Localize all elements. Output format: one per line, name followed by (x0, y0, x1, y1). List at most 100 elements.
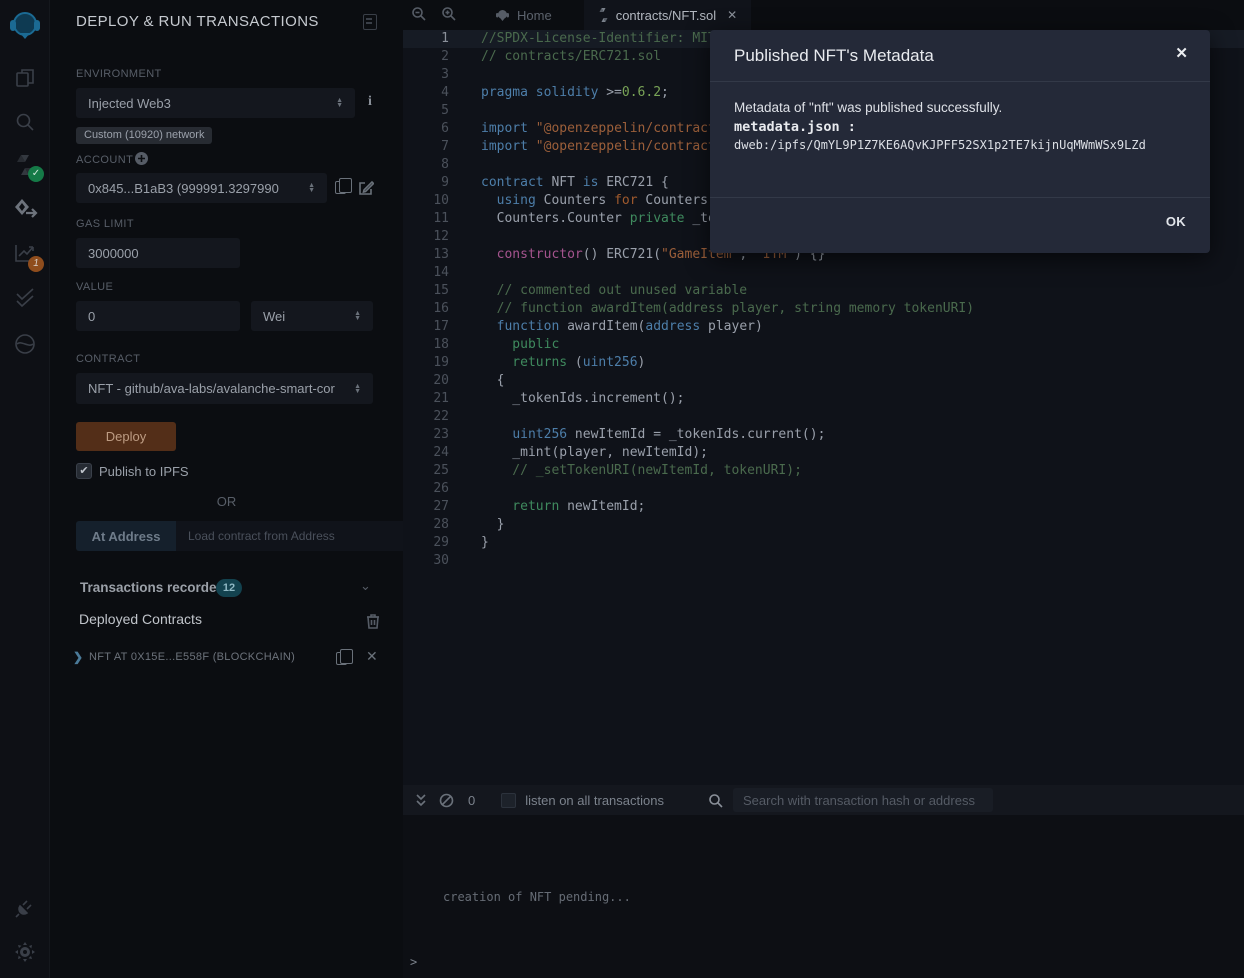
compiler-success-badge: ✓ (28, 166, 44, 182)
close-tab-icon[interactable]: ✕ (727, 8, 737, 22)
trash-icon[interactable] (366, 613, 380, 634)
remix-logo[interactable] (0, 6, 50, 46)
copy-address-icon[interactable] (336, 652, 347, 665)
chevron-down-icon[interactable]: ⌄ (360, 578, 371, 594)
chevron-updown-icon: ▲▼ (354, 384, 361, 394)
icon-sidebar: ✓ 1 (0, 0, 50, 978)
code-line-15[interactable]: 15 // commented out unused variable (403, 282, 1244, 300)
unit-testing-icon[interactable] (0, 282, 50, 314)
publish-ipfs-label: Publish to IPFS (99, 464, 189, 479)
code-line-17[interactable]: 17 function awardItem(address player) (403, 318, 1244, 336)
modal-ipfs-hash: dweb:/ipfs/QmYL9P1Z7KE6AQvKJPFF52SX1p2TE… (734, 138, 1146, 152)
solidity-compiler-icon[interactable]: ✓ (0, 148, 50, 182)
add-account-icon[interactable] (134, 151, 149, 171)
code-line-24[interactable]: 24 _mint(player, newItemId); (403, 444, 1244, 462)
code-line-19[interactable]: 19 returns (uint256) (403, 354, 1244, 372)
code-line-23[interactable]: 23 uint256 newItemId = _tokenIds.current… (403, 426, 1244, 444)
tab-home-label: Home (517, 8, 552, 23)
line-number: 22 (403, 408, 465, 426)
line-number: 1 (403, 30, 465, 48)
clear-console-icon[interactable] (439, 793, 454, 808)
line-number: 17 (403, 318, 465, 336)
contract-value: NFT - github/ava-labs/avalanche-smart-co… (88, 381, 335, 396)
code-line-28[interactable]: 28 } (403, 516, 1244, 534)
line-number: 15 (403, 282, 465, 300)
line-number: 18 (403, 336, 465, 354)
deploy-run-panel: DEPLOY & RUN TRANSACTIONS ENVIRONMENT In… (50, 0, 403, 978)
value-unit-select[interactable]: Wei ▲▼ (251, 301, 373, 331)
deployed-contract-label: NFT AT 0X15E...E558F (BLOCKCHAIN) (89, 651, 295, 663)
value-input[interactable]: 0 (76, 301, 240, 331)
documentation-icon[interactable] (363, 14, 377, 30)
copy-account-icon[interactable] (335, 181, 346, 194)
edit-account-icon[interactable] (358, 180, 374, 201)
search-icon[interactable] (0, 106, 50, 138)
at-address-button[interactable]: At Address (76, 521, 176, 551)
line-number: 10 (403, 192, 465, 210)
code-line-20[interactable]: 20 { (403, 372, 1244, 390)
zoom-out-icon[interactable] (403, 6, 433, 24)
contract-select[interactable]: NFT - github/ava-labs/avalanche-smart-co… (76, 373, 373, 404)
tab-home[interactable]: Home (481, 0, 566, 30)
code-line-14[interactable]: 14 (403, 264, 1244, 282)
line-number: 29 (403, 534, 465, 552)
value-unit: Wei (263, 309, 285, 324)
analytics-icon[interactable]: 1 (0, 236, 50, 270)
file-explorer-icon[interactable] (0, 62, 50, 94)
line-number: 4 (403, 84, 465, 102)
gas-limit-value: 3000000 (88, 246, 139, 261)
listen-all-label: listen on all transactions (525, 793, 664, 808)
line-number: 2 (403, 48, 465, 66)
line-number: 30 (403, 552, 465, 570)
terminal-search-input[interactable] (733, 788, 993, 812)
settings-icon[interactable] (0, 936, 50, 968)
environment-select[interactable]: Injected Web3 ▲▼ (76, 88, 355, 118)
deployed-contracts-header: Deployed Contracts (79, 611, 202, 627)
listen-all-checkbox[interactable] (501, 793, 516, 808)
tab-nft-sol[interactable]: contracts/NFT.sol ✕ (584, 0, 751, 30)
code-line-27[interactable]: 27 return newItemId; (403, 498, 1244, 516)
account-select[interactable]: 0x845...B1aB3 (999991.3297990 ▲▼ (76, 173, 327, 203)
code-line-16[interactable]: 16 // function awardItem(address player,… (403, 300, 1244, 318)
or-divider: OR (50, 494, 403, 509)
transactions-recorded-row[interactable]: Transactions recorded 12 ⌄ (50, 578, 403, 600)
code-line-30[interactable]: 30 (403, 552, 1244, 570)
code-line-29[interactable]: 29} (403, 534, 1244, 552)
line-number: 12 (403, 228, 465, 246)
remix-ide-window: ✓ 1 DEPLOY & RUN TRANSACTIONS ENVIRONMEN… (0, 0, 1244, 978)
transactions-recorded-label: Transactions recorded (80, 580, 225, 595)
line-number: 25 (403, 462, 465, 480)
line-number: 3 (403, 66, 465, 84)
deploy-button[interactable]: Deploy (76, 422, 176, 451)
terminal-prompt[interactable]: > (410, 955, 417, 969)
publish-ipfs-checkbox[interactable]: ✔ (76, 463, 92, 479)
terminal-log: creation of NFT pending... (443, 890, 631, 904)
zoom-in-icon[interactable] (433, 6, 463, 24)
modal-close-icon[interactable]: ✕ (1175, 44, 1188, 62)
value-label: VALUE (76, 281, 113, 293)
code-line-21[interactable]: 21 _tokenIds.increment(); (403, 390, 1244, 408)
tab-nft-sol-label: contracts/NFT.sol (616, 8, 716, 23)
environment-info-icon[interactable]: i (368, 94, 372, 110)
expand-caret-icon[interactable]: ❯ (73, 650, 83, 664)
ok-button[interactable]: OK (1166, 214, 1186, 229)
code-line-22[interactable]: 22 (403, 408, 1244, 426)
code-line-18[interactable]: 18 public (403, 336, 1244, 354)
plugin-manager-icon[interactable] (0, 892, 50, 924)
published-metadata-modal: Published NFT's Metadata ✕ Metadata of "… (710, 30, 1210, 253)
plugin-circle-icon[interactable] (0, 328, 50, 360)
deploy-run-icon[interactable] (0, 192, 50, 228)
account-label: ACCOUNT (76, 154, 133, 166)
remove-contract-icon[interactable]: ✕ (366, 648, 378, 665)
line-number: 23 (403, 426, 465, 444)
line-number: 19 (403, 354, 465, 372)
modal-file-label: metadata.json : (734, 119, 856, 135)
at-address-input[interactable] (176, 521, 423, 551)
code-line-26[interactable]: 26 (403, 480, 1244, 498)
code-line-25[interactable]: 25 // _setTokenURI(newItemId, tokenURI); (403, 462, 1244, 480)
modal-header: Published NFT's Metadata ✕ (710, 30, 1210, 82)
line-number: 28 (403, 516, 465, 534)
gas-limit-input[interactable]: 3000000 (76, 238, 240, 268)
deployed-contract-item[interactable]: ❯ NFT AT 0X15E...E558F (BLOCKCHAIN) ✕ (50, 648, 403, 668)
expand-terminal-icon[interactable] (415, 793, 427, 807)
